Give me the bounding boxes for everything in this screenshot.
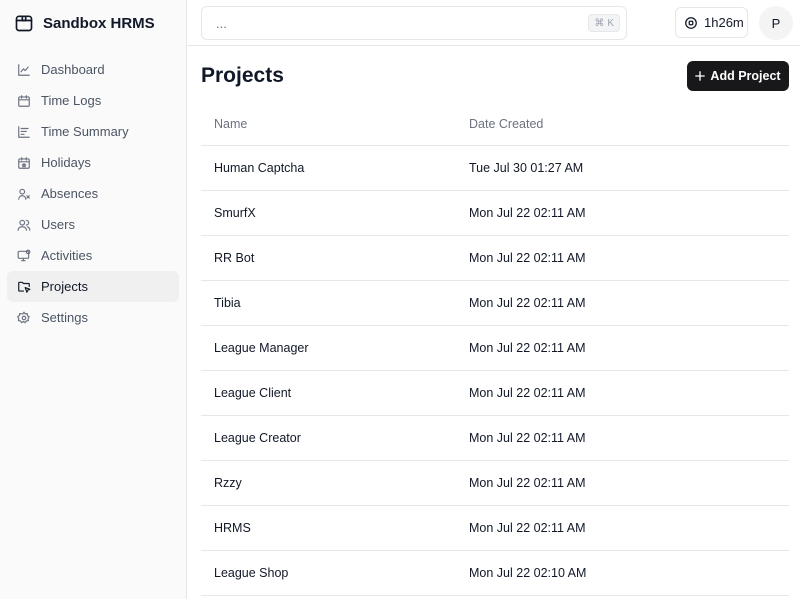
calendar-icon — [18, 94, 30, 107]
brand[interactable]: Sandbox HRMS — [0, 0, 186, 46]
folder-cursor-icon — [18, 281, 31, 293]
projects-table: Name Date Created Human Captcha Tue Jul 3… — [201, 102, 789, 596]
box-logo-icon — [15, 15, 33, 32]
date-created-cell: Mon Jul 22 02:11 AM — [469, 341, 586, 355]
sidebar-item-time-logs[interactable]: Time Logs — [7, 85, 179, 116]
timer-value: 1h26m — [704, 15, 744, 30]
date-created-cell: Mon Jul 22 02:11 AM — [469, 206, 586, 220]
sidebar-nav: Dashboard Time Logs Time Summary Holiday… — [0, 46, 186, 333]
add-project-button[interactable]: Add Project — [687, 61, 789, 91]
column-header-name[interactable]: Name — [201, 117, 469, 131]
date-created-cell: Mon Jul 22 02:10 AM — [469, 566, 587, 580]
table-row[interactable]: League Creator Mon Jul 22 02:11 AM — [201, 416, 789, 461]
timer-button[interactable]: 1h26m — [675, 7, 748, 38]
project-name-cell: League Creator — [214, 431, 301, 445]
date-created-cell: Mon Jul 22 02:11 AM — [469, 251, 586, 265]
date-created-cell: Mon Jul 22 02:11 AM — [469, 431, 586, 445]
bar-chart-icon — [18, 125, 30, 138]
sidebar-item-label: Activities — [41, 248, 93, 263]
user-x-icon — [18, 188, 30, 200]
sidebar-item-projects[interactable]: Projects — [7, 271, 179, 302]
add-project-label: Add Project — [710, 69, 781, 83]
project-name-cell: SmurfX — [214, 206, 256, 220]
plus-icon — [695, 71, 706, 81]
table-row[interactable]: League Manager Mon Jul 22 02:11 AM — [201, 326, 789, 371]
sidebar: Sandbox HRMS Dashboard Time Logs Time Su… — [0, 0, 187, 599]
table-row[interactable]: SmurfX Mon Jul 22 02:11 AM — [201, 191, 789, 236]
avatar-initial: P — [771, 15, 781, 31]
project-name-cell: RR Bot — [214, 251, 255, 265]
main-content: Projects Add Project Name Date Created H… — [187, 47, 800, 599]
sidebar-item-label: Time Summary — [41, 124, 129, 139]
monitor-activity-icon — [17, 249, 31, 261]
sidebar-item-activities[interactable]: Activities — [7, 240, 179, 271]
project-name-cell: Rzzy — [214, 476, 242, 490]
table-row[interactable]: RR Bot Mon Jul 22 02:11 AM — [201, 236, 789, 281]
sidebar-item-label: Settings — [41, 310, 88, 325]
table-row[interactable]: HRMS Mon Jul 22 02:11 AM — [201, 506, 789, 551]
project-name-cell: Human Captcha — [214, 161, 305, 175]
sidebar-item-label: Dashboard — [41, 62, 105, 77]
sidebar-item-dashboard[interactable]: Dashboard — [7, 54, 179, 85]
date-created-cell: Mon Jul 22 02:11 AM — [469, 521, 586, 535]
table-row[interactable]: League Client Mon Jul 22 02:11 AM — [201, 371, 789, 416]
search-placeholder: ... — [216, 16, 227, 31]
brand-name: Sandbox HRMS — [43, 14, 155, 32]
project-name-cell: League Shop — [214, 566, 289, 580]
sidebar-item-time-summary[interactable]: Time Summary — [7, 116, 179, 147]
table-row[interactable]: Rzzy Mon Jul 22 02:11 AM — [201, 461, 789, 506]
date-created-cell: Tue Jul 30 01:27 AM — [469, 161, 584, 175]
sidebar-item-users[interactable]: Users — [7, 209, 179, 240]
table-row[interactable]: Tibia Mon Jul 22 02:11 AM — [201, 281, 789, 326]
chart-line-icon — [18, 63, 30, 76]
sidebar-item-holidays[interactable]: Holidays — [7, 147, 179, 178]
shortcut-key: K — [607, 17, 614, 29]
table-header: Name Date Created — [201, 102, 789, 146]
users-icon — [17, 219, 31, 231]
sidebar-item-label: Absences — [41, 186, 99, 201]
sidebar-item-settings[interactable]: Settings — [7, 302, 179, 333]
date-created-cell: Mon Jul 22 02:11 AM — [469, 386, 586, 400]
sidebar-item-label: Time Logs — [41, 93, 102, 108]
sidebar-item-label: Users — [41, 217, 75, 232]
gear-icon — [17, 311, 30, 323]
sidebar-item-label: Holidays — [41, 155, 91, 170]
table-row[interactable]: League Shop Mon Jul 22 02:10 AM — [201, 551, 789, 596]
sidebar-item-label: Projects — [41, 279, 88, 294]
project-name-cell: Tibia — [214, 296, 241, 310]
page-title: Projects — [201, 64, 284, 87]
topbar: ... ⌘ K 1h26m P — [187, 0, 800, 46]
avatar[interactable]: P — [759, 6, 793, 40]
date-created-cell: Mon Jul 22 02:11 AM — [469, 296, 586, 310]
project-name-cell: League Client — [214, 386, 292, 400]
column-header-date-created[interactable]: Date Created — [469, 117, 789, 131]
command-key-icon: ⌘ — [594, 17, 605, 29]
project-name-cell: HRMS — [214, 521, 251, 535]
table-row[interactable]: Human Captcha Tue Jul 30 01:27 AM — [201, 146, 789, 191]
search-input[interactable]: ... ⌘ K — [201, 6, 627, 40]
calendar-star-icon — [18, 156, 30, 169]
sidebar-item-absences[interactable]: Absences — [7, 178, 179, 209]
date-created-cell: Mon Jul 22 02:11 AM — [469, 476, 586, 490]
stop-circle-icon — [685, 16, 697, 29]
keyboard-shortcut: ⌘ K — [588, 14, 620, 32]
project-name-cell: League Manager — [214, 341, 309, 355]
